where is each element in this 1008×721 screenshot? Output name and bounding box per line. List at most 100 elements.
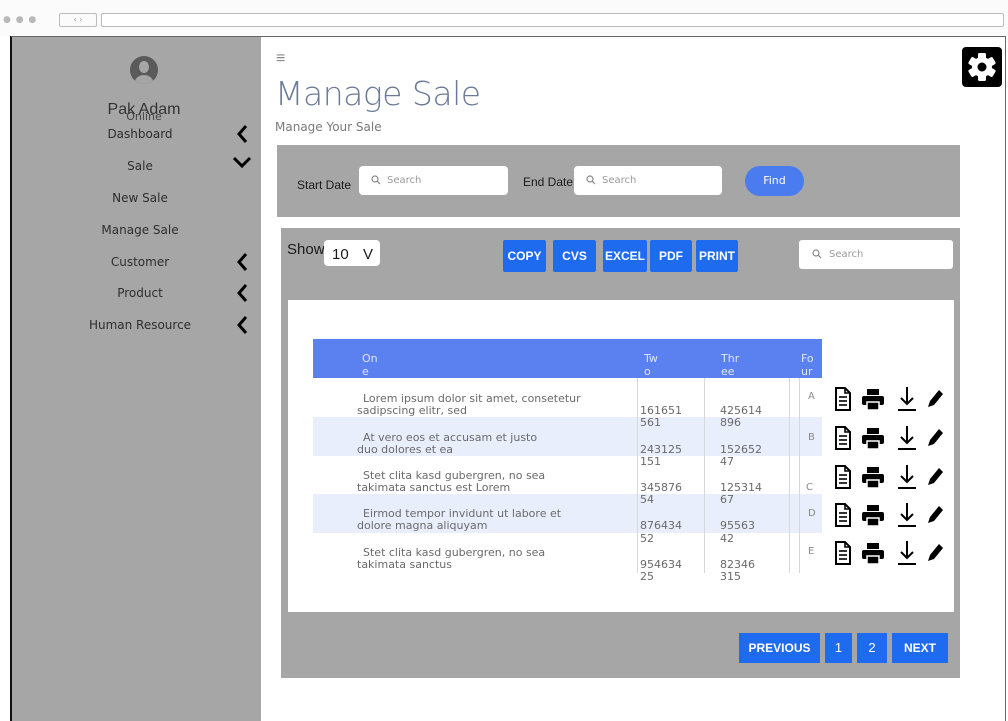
cell-three: 425614 [720,404,762,417]
sidebar-item-label: Dashboard [107,127,173,141]
cell-four: C [806,482,813,493]
print-icon[interactable] [861,387,885,411]
show-entries-value: 10 [332,246,349,263]
print-icon[interactable] [861,503,885,527]
cell-two: 151 [640,455,661,468]
previous-page-button[interactable]: PREVIOUS [739,633,820,663]
cell-two: 345876 [640,481,682,494]
cell-three: 47 [720,455,734,468]
document-icon[interactable] [834,465,852,489]
cell-one: At vero eos et accusam et justo [363,431,538,444]
column-header-one[interactable]: On e [313,339,637,378]
cell-one: takimata sanctus [357,558,452,571]
sidebar-item-label: Sale [127,159,153,173]
document-icon[interactable] [834,541,852,565]
edit-icon[interactable] [926,426,944,448]
print-icon[interactable] [861,426,885,450]
sidebar-item-manage-sale[interactable]: Manage Sale [60,223,238,239]
cell-three: 152652 [720,443,762,456]
show-entries-select[interactable]: 10 V [324,240,380,266]
cell-one: sadipscing elitr, sed [357,404,467,417]
cell-three: 125314 [720,481,762,494]
cell-three: 896 [720,416,741,429]
copy-button[interactable]: COPY [503,240,546,272]
find-button[interactable]: Find [745,166,804,196]
cell-three: 42 [720,532,734,545]
end-date-input[interactable]: Search [574,166,722,195]
edit-icon[interactable] [926,387,944,409]
document-icon[interactable] [834,426,852,450]
document-icon[interactable] [834,387,852,411]
sidebar-item-product[interactable]: Product [60,284,248,302]
chevron-left-icon [237,284,248,302]
column-divider [637,378,638,573]
sidebar-item-label: New Sale [112,191,168,205]
document-icon[interactable] [834,503,852,527]
cell-two: 161651 [640,404,682,417]
print-icon[interactable] [861,541,885,565]
cell-four: D [808,508,816,519]
start-date-input[interactable]: Search [359,166,508,195]
download-icon[interactable] [897,501,917,529]
address-bar[interactable] [101,13,1004,27]
table-search-input[interactable]: Search [799,240,953,269]
sidebar-item-customer[interactable]: Customer [60,253,248,271]
menu-icon[interactable]: ≡ [276,50,285,68]
cell-one: Stet clita kasd gubergren, no sea [363,469,546,482]
column-header-two[interactable]: Tw o [637,339,704,378]
chevron-left-icon [237,253,248,271]
cell-three: 95563 [720,519,755,532]
page-title: Manage Sale [275,74,481,113]
sidebar-item-sale[interactable]: Sale [60,156,252,175]
column-header-three[interactable]: Thr ee [704,339,789,378]
show-entries-label: Show [287,241,325,258]
select-arrow-icon: V [363,246,374,263]
page-1-button[interactable]: 1 [825,633,852,663]
cell-four: A [808,391,815,402]
cell-two: 52 [640,532,654,545]
edit-icon[interactable] [926,465,944,487]
cell-one: Eirmod tempor invidunt ut labore et [363,507,562,520]
cell-two: 54 [640,493,654,506]
browser-chrome: ● ● ● ‹ › [0,0,1008,36]
sidebar-item-dashboard[interactable]: Dashboard [60,125,248,143]
pdf-button[interactable]: PDF [650,240,692,272]
cell-three: 67 [720,493,734,506]
chevron-down-icon [232,156,252,169]
user-name: Pak Adam [107,101,181,118]
column-divider [799,378,800,573]
page-2-button[interactable]: 2 [857,633,887,663]
sidebar-item-label: Human Resource [88,318,192,332]
cell-one: duo dolores et ea [357,443,454,456]
browser-nav-buttons[interactable]: ‹ › [59,13,97,27]
sidebar-item-new-sale[interactable]: New Sale [60,191,238,207]
chevron-left-icon [237,125,248,143]
column-divider [789,378,790,573]
cell-two: 954634 [640,558,682,571]
sidebar-item-label: Product [117,286,163,300]
gear-icon[interactable] [962,47,1002,87]
cell-four: B [808,432,815,443]
cell-one: takimata sanctus est Lorem [357,481,511,494]
excel-button[interactable]: EXCEL [603,240,647,272]
column-header-four[interactable]: Fo ur [789,339,822,378]
download-icon[interactable] [897,385,917,413]
print-button[interactable]: PRINT [696,240,738,272]
cvs-button[interactable]: CVS [553,240,596,272]
sidebar-item-label: Customer [110,255,170,269]
print-icon[interactable] [861,465,885,489]
window-controls[interactable]: ● ● ● [3,15,37,25]
cell-three: 315 [720,570,741,583]
sidebar-item-label: Manage Sale [101,223,179,237]
sidebar-item-human-resource[interactable]: Human Resource [60,316,248,334]
download-icon[interactable] [897,424,917,452]
next-page-button[interactable]: NEXT [892,633,948,663]
cell-three: 82346 [720,558,755,571]
download-icon[interactable] [897,463,917,491]
search-icon [371,175,381,185]
edit-icon[interactable] [926,503,944,525]
column-divider [704,378,705,573]
edit-icon[interactable] [926,541,944,563]
download-icon[interactable] [897,539,917,567]
chevron-left-icon [237,316,248,334]
